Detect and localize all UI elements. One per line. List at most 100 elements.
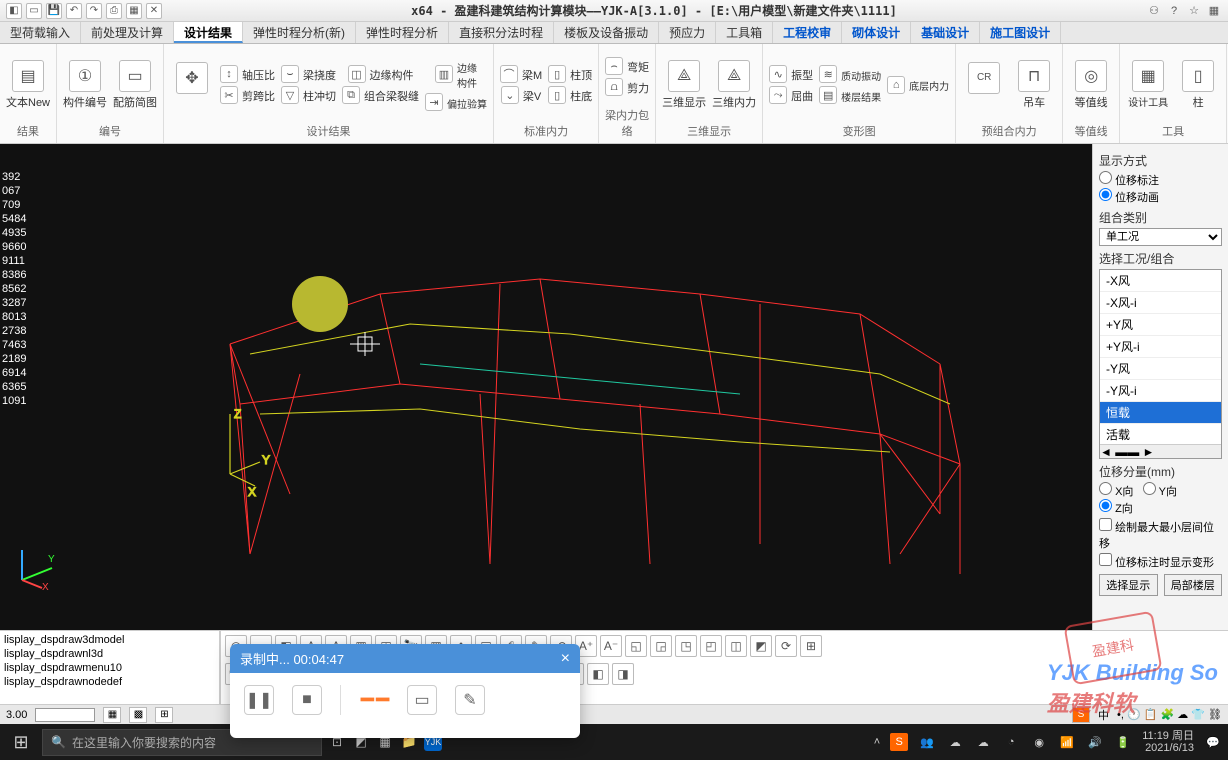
tab-model-load[interactable]: 型荷载输入 bbox=[0, 22, 81, 43]
btn-column-punch[interactable]: ▽柱冲切 bbox=[281, 86, 336, 104]
recorder-pen-icon[interactable]: ✎ bbox=[455, 685, 485, 715]
case-item-selected[interactable]: 恒载 bbox=[1100, 402, 1221, 424]
chk-show-deform[interactable]: 位移标注时显示变形 bbox=[1099, 553, 1222, 570]
chk-maxmin[interactable]: 绘制最大最小层间位移 bbox=[1099, 518, 1222, 551]
radio-disp-label-input[interactable] bbox=[1099, 171, 1112, 184]
status-input[interactable] bbox=[35, 708, 95, 722]
btn-cr[interactable]: CRCR bbox=[962, 62, 1006, 108]
people-icon[interactable]: 👥 bbox=[918, 733, 936, 751]
case-item[interactable]: -Y风-i bbox=[1100, 380, 1221, 402]
tab-preprocess[interactable]: 前处理及计算 bbox=[81, 22, 174, 43]
case-item[interactable]: -X风-i bbox=[1100, 292, 1221, 314]
help-icon[interactable]: ? bbox=[1166, 3, 1182, 19]
tab-review[interactable]: 工程校审 bbox=[773, 22, 842, 43]
qat-new-icon[interactable]: ▦ bbox=[126, 3, 142, 19]
cube-icon[interactable]: ◱ bbox=[625, 635, 647, 657]
btn-edge-member2[interactable]: ▥边缘构件 bbox=[425, 58, 487, 90]
btn-edge-member[interactable]: ◫边缘构件 bbox=[342, 65, 419, 83]
tab-construction[interactable]: 施工图设计 bbox=[980, 22, 1061, 43]
btn-composite-crack[interactable]: ⧉组合梁裂缝 bbox=[342, 86, 419, 104]
btn-col-bot[interactable]: ▯柱底 bbox=[548, 86, 592, 104]
recorder-titlebar[interactable]: 录制中... 00:04:47 × bbox=[230, 644, 580, 673]
sogou-tray-icon[interactable]: S bbox=[890, 733, 908, 751]
cloud-icon[interactable]: ☁ bbox=[946, 733, 964, 751]
tool-icon[interactable]: ◧ bbox=[587, 663, 609, 685]
recorder-close-icon[interactable]: × bbox=[561, 650, 570, 668]
volume-icon[interactable]: 🔊 bbox=[1086, 733, 1104, 751]
radio-x[interactable]: X向 bbox=[1099, 482, 1133, 499]
tool-icon[interactable]: ⊞ bbox=[800, 635, 822, 657]
recorder-stop-icon[interactable]: ■ bbox=[292, 685, 322, 715]
qat-print-icon[interactable]: ⎙ bbox=[106, 3, 122, 19]
btn-select-display[interactable]: 选择显示 bbox=[1099, 574, 1158, 596]
btn-shear-span[interactable]: ✂剪跨比 bbox=[220, 86, 275, 104]
tab-elastic-new[interactable]: 弹性时程分析(新) bbox=[243, 22, 356, 43]
viewport-3d[interactable]: 392067709 548449359660 911183868562 3287… bbox=[0, 144, 1092, 630]
btn-envelope-m[interactable]: ⌢弯矩 bbox=[605, 57, 649, 75]
btn-3d-display[interactable]: ⟁三维显示 bbox=[662, 60, 706, 110]
status-ortho-icon[interactable]: ⊞ bbox=[155, 707, 173, 723]
tab-design-results[interactable]: 设计结果 bbox=[174, 22, 243, 43]
recorder-pause-icon[interactable]: ❚❚ bbox=[244, 685, 274, 715]
btn-mode-shape[interactable]: ∿振型 bbox=[769, 65, 813, 83]
status-snap-icon[interactable]: ▩ bbox=[129, 707, 147, 723]
radio-y[interactable]: Y向 bbox=[1143, 482, 1177, 499]
qat-undo-icon[interactable]: ↶ bbox=[66, 3, 82, 19]
btn-column-tool[interactable]: ▯柱 bbox=[1176, 60, 1220, 110]
btn-crane[interactable]: ⊓吊车 bbox=[1012, 60, 1056, 110]
tray-icon[interactable]: ◔ bbox=[1002, 733, 1020, 751]
btn-3d-force[interactable]: ⟁三维内力 bbox=[712, 60, 756, 110]
case-listbox[interactable]: -X风 -X风-i +Y风 +Y风-i -Y风 -Y风-i 恒载 活载 ◄ ▬▬… bbox=[1099, 269, 1222, 459]
tab-masonry[interactable]: 砌体设计 bbox=[842, 22, 911, 43]
radio-disp-label[interactable]: 位移标注 bbox=[1099, 171, 1159, 188]
qat-open-icon[interactable]: ▭ bbox=[26, 3, 42, 19]
refresh-icon[interactable]: ⟳ bbox=[775, 635, 797, 657]
cube-icon[interactable]: ◫ bbox=[725, 635, 747, 657]
btn-beam-v[interactable]: ⌄梁V bbox=[500, 86, 542, 104]
cube-icon[interactable]: ◩ bbox=[750, 635, 772, 657]
tool-icon[interactable]: ◨ bbox=[612, 663, 634, 685]
start-button-icon[interactable]: ⊞ bbox=[6, 727, 36, 757]
tray-up-icon[interactable]: ˄ bbox=[874, 736, 880, 748]
wifi-icon[interactable]: 📶 bbox=[1058, 733, 1076, 751]
cube-icon[interactable]: ◲ bbox=[650, 635, 672, 657]
tool-icon[interactable]: A⁻ bbox=[600, 635, 622, 657]
tab-direct-integration[interactable]: 直接积分法时程 bbox=[449, 22, 554, 43]
radio-disp-anim[interactable]: 位移动画 bbox=[1099, 188, 1159, 205]
btn-floor-result[interactable]: ▤楼层结果 bbox=[819, 86, 881, 104]
radio-disp-anim-input[interactable] bbox=[1099, 188, 1112, 201]
btn-cross-arrow[interactable]: ✥ bbox=[170, 62, 214, 108]
btn-beam-m[interactable]: ⌒梁M bbox=[500, 65, 542, 83]
btn-design-tool[interactable]: ▦设计工具 bbox=[1126, 60, 1170, 109]
tray-icon[interactable]: ◉ bbox=[1030, 733, 1048, 751]
person-icon[interactable]: ⚇ bbox=[1146, 3, 1162, 19]
star-icon[interactable]: ☆ bbox=[1186, 3, 1202, 19]
btn-axial-ratio[interactable]: ↕轴压比 bbox=[220, 65, 275, 83]
btn-beam-deflection[interactable]: ⌣梁挠度 bbox=[281, 65, 336, 83]
cube-icon[interactable]: ◳ bbox=[675, 635, 697, 657]
case-item[interactable]: -Y风 bbox=[1100, 358, 1221, 380]
onedrive-icon[interactable]: ☁ bbox=[974, 733, 992, 751]
btn-base-force[interactable]: ⌂底层内力 bbox=[887, 76, 949, 94]
btn-tension-check[interactable]: ⇥偏拉验算 bbox=[425, 93, 487, 111]
qat-close-icon[interactable]: ✕ bbox=[146, 3, 162, 19]
listbox-scrollbar[interactable]: ◄ ▬▬ ► bbox=[1100, 444, 1221, 458]
tab-foundation[interactable]: 基础设计 bbox=[911, 22, 980, 43]
status-grid-icon[interactable]: ▦ bbox=[103, 707, 121, 723]
recorder-clip-icon[interactable]: ▭ bbox=[407, 685, 437, 715]
screen-recorder-overlay[interactable]: 录制中... 00:04:47 × ❚❚ ■ ━ ━ ▭ ✎ bbox=[230, 644, 580, 738]
qat-redo-icon[interactable]: ↷ bbox=[86, 3, 102, 19]
btn-local-floor[interactable]: 局部楼层 bbox=[1164, 574, 1223, 596]
case-item[interactable]: 活载 bbox=[1100, 424, 1221, 446]
btn-member-id[interactable]: ①构件编号 bbox=[63, 60, 107, 110]
recorder-marker-icon[interactable]: ━ ━ bbox=[359, 685, 389, 715]
qat-save-icon[interactable]: 💾 bbox=[46, 3, 62, 19]
btn-text-new[interactable]: ▤文本New bbox=[6, 60, 50, 110]
menu-icon[interactable]: ▦ bbox=[1206, 3, 1222, 19]
cube-icon[interactable]: ◰ bbox=[700, 635, 722, 657]
comb-type-select[interactable]: 单工况 bbox=[1099, 228, 1222, 246]
btn-rebar-diagram[interactable]: ▭配筋简图 bbox=[113, 60, 157, 110]
qat-app-icon[interactable]: ◧ bbox=[6, 3, 22, 19]
battery-icon[interactable]: 🔋 bbox=[1114, 733, 1132, 751]
radio-z[interactable]: Z向 bbox=[1099, 499, 1133, 516]
